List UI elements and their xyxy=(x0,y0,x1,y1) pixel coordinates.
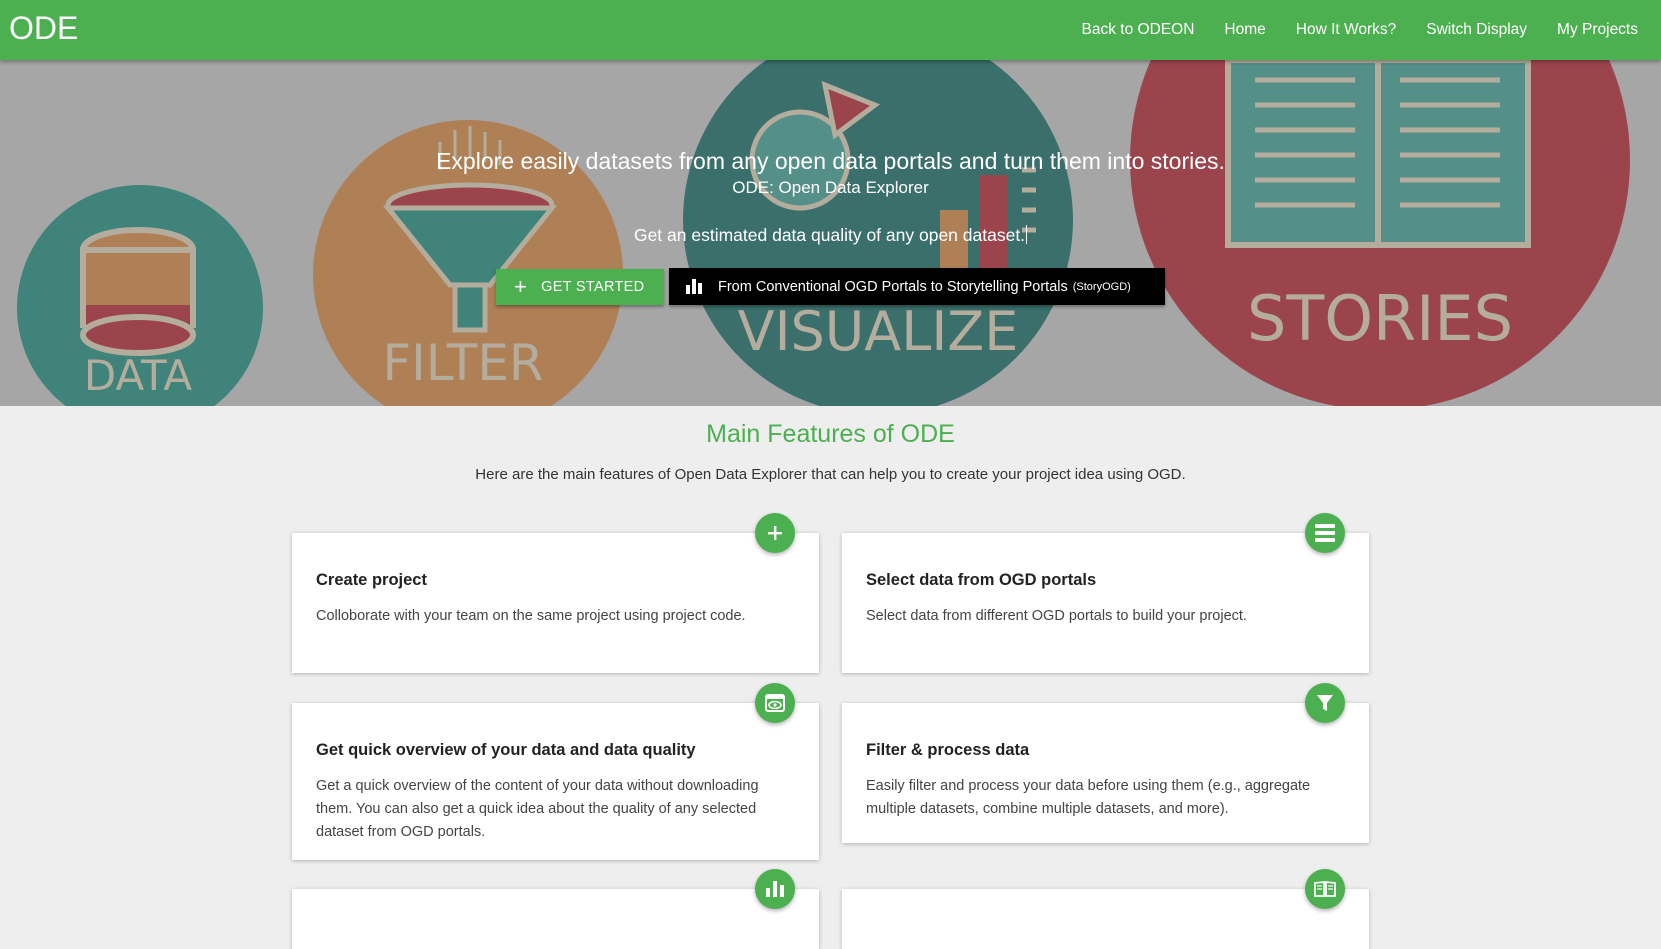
features-title: Main Features of ODE xyxy=(706,420,955,448)
navbar: ODE Back to ODEON Home How It Works? Swi… xyxy=(0,0,1661,60)
feature-card-create-project: Create project Colloborate with your tea… xyxy=(292,533,819,673)
typed-text: Get an estimated data quality of any ope… xyxy=(633,225,1026,245)
nav-link-home[interactable]: Home xyxy=(1209,21,1280,39)
card-text: Get a quick overview of the content of y… xyxy=(316,778,759,840)
storyogd-label: From Conventional OGD Portals to Storyte… xyxy=(718,278,1068,295)
card-title: Filter & process data xyxy=(866,741,1030,759)
card-title: Select data from OGD portals xyxy=(866,571,1097,589)
storyogd-small-label: (StoryOGD) xyxy=(1072,280,1131,293)
nav-link-how-it-works[interactable]: How It Works? xyxy=(1281,21,1412,39)
nav-link-my-projects[interactable]: My Projects xyxy=(1542,21,1653,39)
plus-icon[interactable] xyxy=(755,513,795,553)
get-started-label: GET STARTED xyxy=(541,279,645,295)
feature-card-filter-process: Filter & process data Easily filter and … xyxy=(842,703,1369,843)
feature-card-stories xyxy=(842,889,1369,949)
text-cursor xyxy=(1026,225,1028,244)
book-icon[interactable] xyxy=(1305,869,1345,909)
list-icon[interactable] xyxy=(1305,513,1345,553)
preview-icon[interactable] xyxy=(755,683,795,723)
storyogd-button[interactable]: From Conventional OGD Portals to Storyte… xyxy=(669,268,1165,305)
card-text: Select data from different OGD portals t… xyxy=(866,608,1247,624)
hero-typed-text: Get an estimated data quality of any ope… xyxy=(0,225,1661,246)
brand-logo[interactable]: ODE xyxy=(9,10,78,46)
features-description: Here are the main features of Open Data … xyxy=(475,466,1186,483)
feature-card-quick-overview: Get quick overview of your data and data… xyxy=(292,703,819,860)
hero-subtitle: ODE: Open Data Explorer xyxy=(732,178,929,197)
hero-title: Explore easily datasets from any open da… xyxy=(436,148,1225,174)
get-started-button[interactable]: + GET STARTED xyxy=(496,269,664,305)
card-text: Easily filter and process your data befo… xyxy=(866,778,1311,817)
feature-card-select-data: Select data from OGD portals Select data… xyxy=(842,533,1369,673)
plus-icon: + xyxy=(514,274,528,299)
card-title: Get quick overview of your data and data… xyxy=(316,741,696,759)
hero-banner: DATA FILTER VISUALIZE STORIES Explore ea… xyxy=(0,60,1661,406)
nav-link-switch-display[interactable]: Switch Display xyxy=(1411,21,1542,39)
filter-icon[interactable] xyxy=(1305,683,1345,723)
nav-link-back-to-odeon[interactable]: Back to ODEON xyxy=(1067,21,1210,39)
bar-chart-icon xyxy=(686,279,702,294)
nav-links: Back to ODEON Home How It Works? Switch … xyxy=(1067,0,1653,60)
chart-icon[interactable] xyxy=(755,869,795,909)
card-title: Create project xyxy=(316,571,427,589)
feature-card-visualize xyxy=(292,889,819,949)
card-text: Colloborate with your team on the same p… xyxy=(316,608,746,624)
